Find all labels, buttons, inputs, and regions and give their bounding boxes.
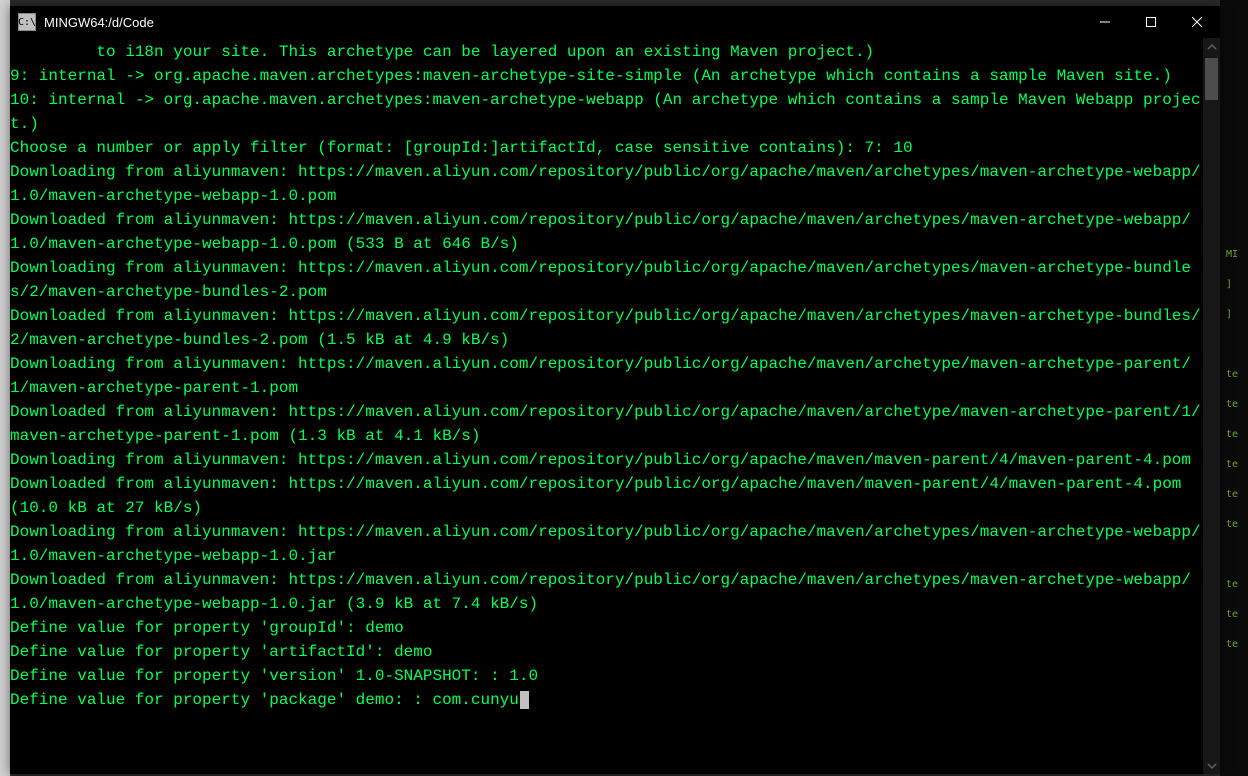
chevron-down-icon bbox=[1207, 761, 1217, 771]
background-left-strip bbox=[0, 0, 10, 776]
text-cursor bbox=[520, 691, 529, 709]
maximize-icon bbox=[1146, 17, 1156, 27]
vertical-scrollbar[interactable] bbox=[1203, 38, 1220, 774]
chevron-up-icon bbox=[1207, 42, 1217, 52]
terminal-body: to i18n your site. This archetype can be… bbox=[10, 38, 1220, 774]
terminal-output[interactable]: to i18n your site. This archetype can be… bbox=[10, 38, 1203, 774]
terminal-window: C:\ MINGW64:/d/Code to i18n your site. T… bbox=[10, 6, 1220, 774]
scroll-up-button[interactable] bbox=[1203, 38, 1220, 55]
scroll-down-button[interactable] bbox=[1203, 757, 1220, 774]
app-icon: C:\ bbox=[18, 13, 36, 31]
close-button[interactable] bbox=[1174, 6, 1220, 38]
close-icon bbox=[1192, 17, 1202, 27]
window-title: MINGW64:/d/Code bbox=[44, 15, 1082, 30]
minimize-icon bbox=[1100, 17, 1110, 27]
background-right-text: MI ] ] te te te te te te te te te bbox=[1226, 240, 1244, 740]
scrollbar-thumb[interactable] bbox=[1205, 58, 1218, 100]
maximize-button[interactable] bbox=[1128, 6, 1174, 38]
minimize-button[interactable] bbox=[1082, 6, 1128, 38]
titlebar[interactable]: C:\ MINGW64:/d/Code bbox=[10, 6, 1220, 38]
